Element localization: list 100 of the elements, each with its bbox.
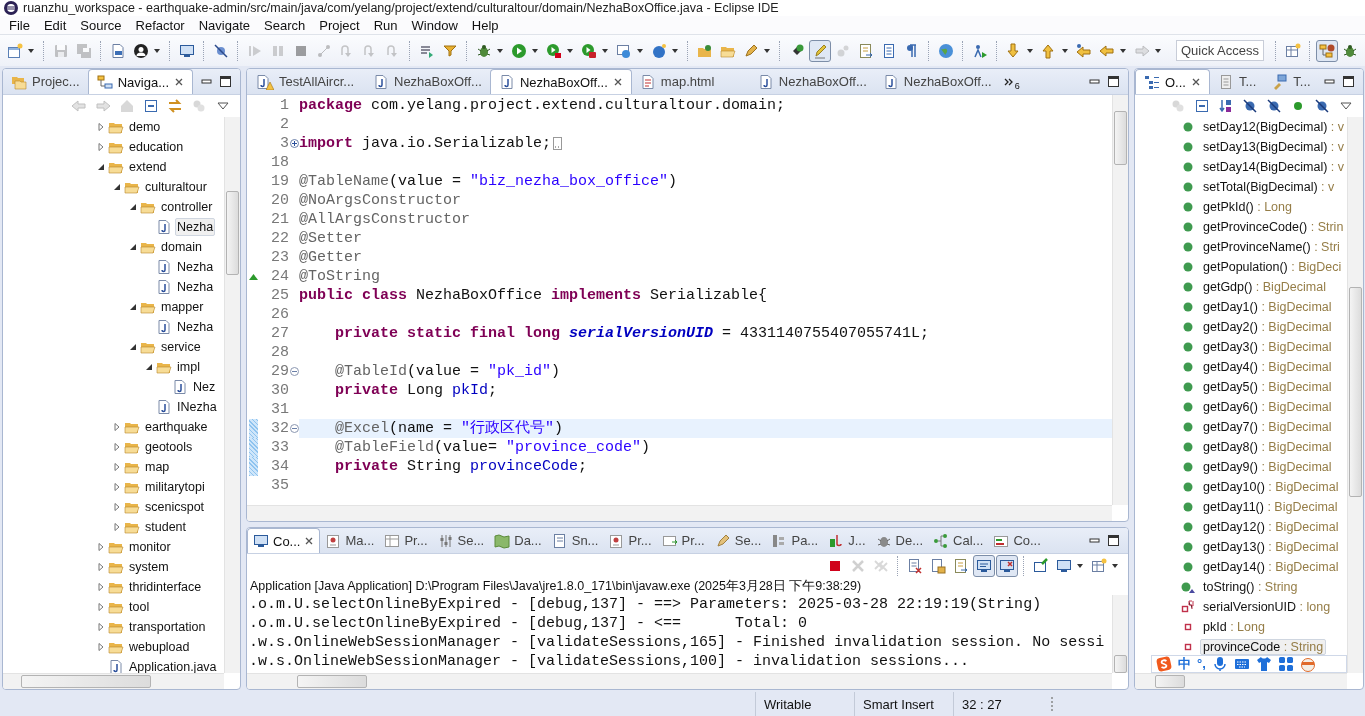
outline-item[interactable]: getDay11() : BigDecimal [1200, 499, 1341, 515]
tree-item[interactable]: monitor [127, 538, 173, 556]
outline-item[interactable]: getDay2() : BigDecimal [1200, 319, 1335, 335]
outline-item[interactable]: getDay9() : BigDecimal [1200, 459, 1335, 475]
tree-item[interactable]: demo [127, 118, 163, 136]
outline-item[interactable]: getDay3() : BigDecimal [1200, 339, 1335, 355]
more-tabs-button[interactable]: 6 [999, 69, 1024, 94]
code-line: @ToString [299, 267, 380, 286]
tab[interactable]: Se... [432, 528, 490, 553]
outline-item[interactable]: serialVersionUID : long [1200, 599, 1334, 615]
tree-item[interactable]: militarytopi [143, 478, 207, 496]
tab[interactable]: De... [870, 528, 929, 553]
tree-item[interactable]: earthquake [143, 418, 210, 436]
outline-item[interactable]: setDay14(BigDecimal) : v [1200, 159, 1347, 175]
tree-item[interactable]: Nezha [175, 278, 216, 296]
quick-access-field[interactable]: Quick Access [1176, 40, 1264, 61]
tree-item[interactable]: culturaltour [143, 178, 209, 196]
outline-item[interactable]: setDay12(BigDecimal) : v [1200, 119, 1347, 135]
tree-item[interactable]: education [127, 138, 186, 156]
outline-item[interactable]: toString() : String [1200, 579, 1301, 595]
punctuation-toggle[interactable]: °, [1197, 656, 1206, 672]
outline-item[interactable]: getDay8() : BigDecimal [1200, 439, 1335, 455]
menu-item[interactable]: Search [257, 17, 313, 33]
code-line: private static final long serialVersionUID = 4331140755407055741L; [334, 324, 930, 343]
tab[interactable]: Ma... [320, 528, 380, 553]
tree-item[interactable]: extend [127, 158, 169, 176]
tab[interactable]: Pa... [766, 528, 824, 553]
tab[interactable]: Co... [247, 528, 321, 553]
outline-item[interactable]: getDay4() : BigDecimal [1200, 359, 1335, 375]
outline-item[interactable]: getProvinceName() : Stri [1200, 239, 1343, 255]
outline-item[interactable]: getDay5() : BigDecimal [1200, 379, 1335, 395]
line-number: 19 [270, 173, 289, 190]
tree-item[interactable]: Nezha [175, 258, 216, 276]
outline-item[interactable]: setDay13(BigDecimal) : v [1200, 139, 1347, 155]
menu-item[interactable]: Navigate [191, 17, 257, 33]
tree-item[interactable]: Nez [191, 378, 218, 396]
outline-item[interactable]: getPkId() : Long [1200, 199, 1295, 215]
tab[interactable]: O... [1135, 69, 1210, 94]
tab[interactable]: NezhaBoxOff... [874, 69, 1000, 94]
menu-item[interactable]: File [2, 17, 37, 33]
menu-item[interactable]: Source [73, 17, 129, 33]
tree-item[interactable]: domain [159, 238, 204, 256]
input-mode-toggle[interactable]: 中 [1178, 656, 1191, 672]
tree-item[interactable]: system [127, 558, 171, 576]
tab[interactable]: T... [1209, 69, 1265, 94]
tree-item[interactable]: transportation [127, 618, 208, 636]
tree-item[interactable]: scenicspot [143, 498, 207, 516]
line-number: 34 [270, 458, 289, 475]
console-line: .o.m.U.selectOnlineByExpired - [debug,137] - ==> Parameters: 2025-03-28 22:19:19(String) [248, 595, 1043, 614]
tab[interactable]: Pr... [656, 528, 710, 553]
tab[interactable]: Naviga... [87, 69, 193, 94]
tree-item[interactable]: webupload [127, 638, 192, 656]
menu-item[interactable]: Run [366, 17, 405, 33]
outline-item[interactable]: getProvinceCode() : Strin [1200, 219, 1347, 235]
tab[interactable]: Cal... [928, 528, 989, 553]
menu-item[interactable]: Project [312, 17, 367, 33]
tree-item[interactable]: thridinterface [127, 578, 204, 596]
tree-item[interactable]: Nezha [175, 218, 216, 236]
tree-item[interactable]: controller [159, 198, 215, 216]
outline-item[interactable]: getDay12() : BigDecimal [1200, 519, 1342, 535]
tree-item[interactable]: geotools [143, 438, 195, 456]
tree-item[interactable]: Application.java [127, 658, 219, 673]
tab[interactable]: Sn... [546, 528, 604, 553]
outline-item[interactable]: provinceCode : String [1200, 639, 1327, 655]
tree-item[interactable]: impl [175, 358, 202, 376]
outline-item[interactable]: getDay7() : BigDecimal [1200, 419, 1335, 435]
tree-item[interactable]: map [143, 458, 172, 476]
outline-item[interactable]: pkId : Long [1200, 619, 1268, 635]
tree-item[interactable]: tool [127, 598, 152, 616]
menu-item[interactable]: Help [464, 17, 506, 33]
tab[interactable]: J... [823, 528, 871, 553]
tab[interactable]: TestAllAircr... [247, 69, 365, 94]
tab[interactable]: Co... [988, 528, 1046, 553]
tree-item[interactable]: Nezha [175, 318, 216, 336]
tab[interactable]: Pr... [379, 528, 433, 553]
outline-item[interactable]: getDay1() : BigDecimal [1200, 299, 1335, 315]
menu-item[interactable]: Edit [36, 17, 74, 33]
outline-item[interactable]: getDay14() : BigDecimal [1200, 559, 1342, 575]
outline-item[interactable]: getDay6() : BigDecimal [1200, 399, 1335, 415]
tab[interactable]: Projec... [3, 69, 88, 94]
tab[interactable]: NezhaBoxOff... [365, 69, 490, 94]
outline-item[interactable]: getDay10() : BigDecimal [1200, 479, 1342, 495]
tree-item[interactable]: student [143, 518, 188, 536]
tree-item[interactable]: mapper [159, 298, 206, 316]
tab[interactable]: Se... [709, 528, 767, 553]
outline-item[interactable]: getGdp() : BigDecimal [1200, 279, 1329, 295]
outline-item[interactable]: getPopulation() : BigDeci [1200, 259, 1345, 275]
tab[interactable]: NezhaBoxOff... [489, 69, 632, 94]
tab[interactable]: Pr... [603, 528, 657, 553]
menu-item[interactable]: Window [404, 17, 465, 33]
tab[interactable]: Da... [489, 528, 547, 553]
menu-item[interactable]: Refactor [128, 17, 192, 33]
outline-item[interactable]: setTotal(BigDecimal) : v [1200, 179, 1338, 195]
tab[interactable]: map.html [631, 69, 750, 94]
console-line: .o.m.U.selectOnlineByExpired - [debug,137] - <== Total: 0 [248, 614, 809, 633]
tree-item[interactable]: INezha [175, 398, 219, 416]
outline-item[interactable]: getDay13() : BigDecimal [1200, 539, 1342, 555]
tree-item[interactable]: service [159, 338, 203, 356]
tab[interactable]: NezhaBoxOff... [749, 69, 875, 94]
tab[interactable]: T... [1264, 69, 1319, 94]
